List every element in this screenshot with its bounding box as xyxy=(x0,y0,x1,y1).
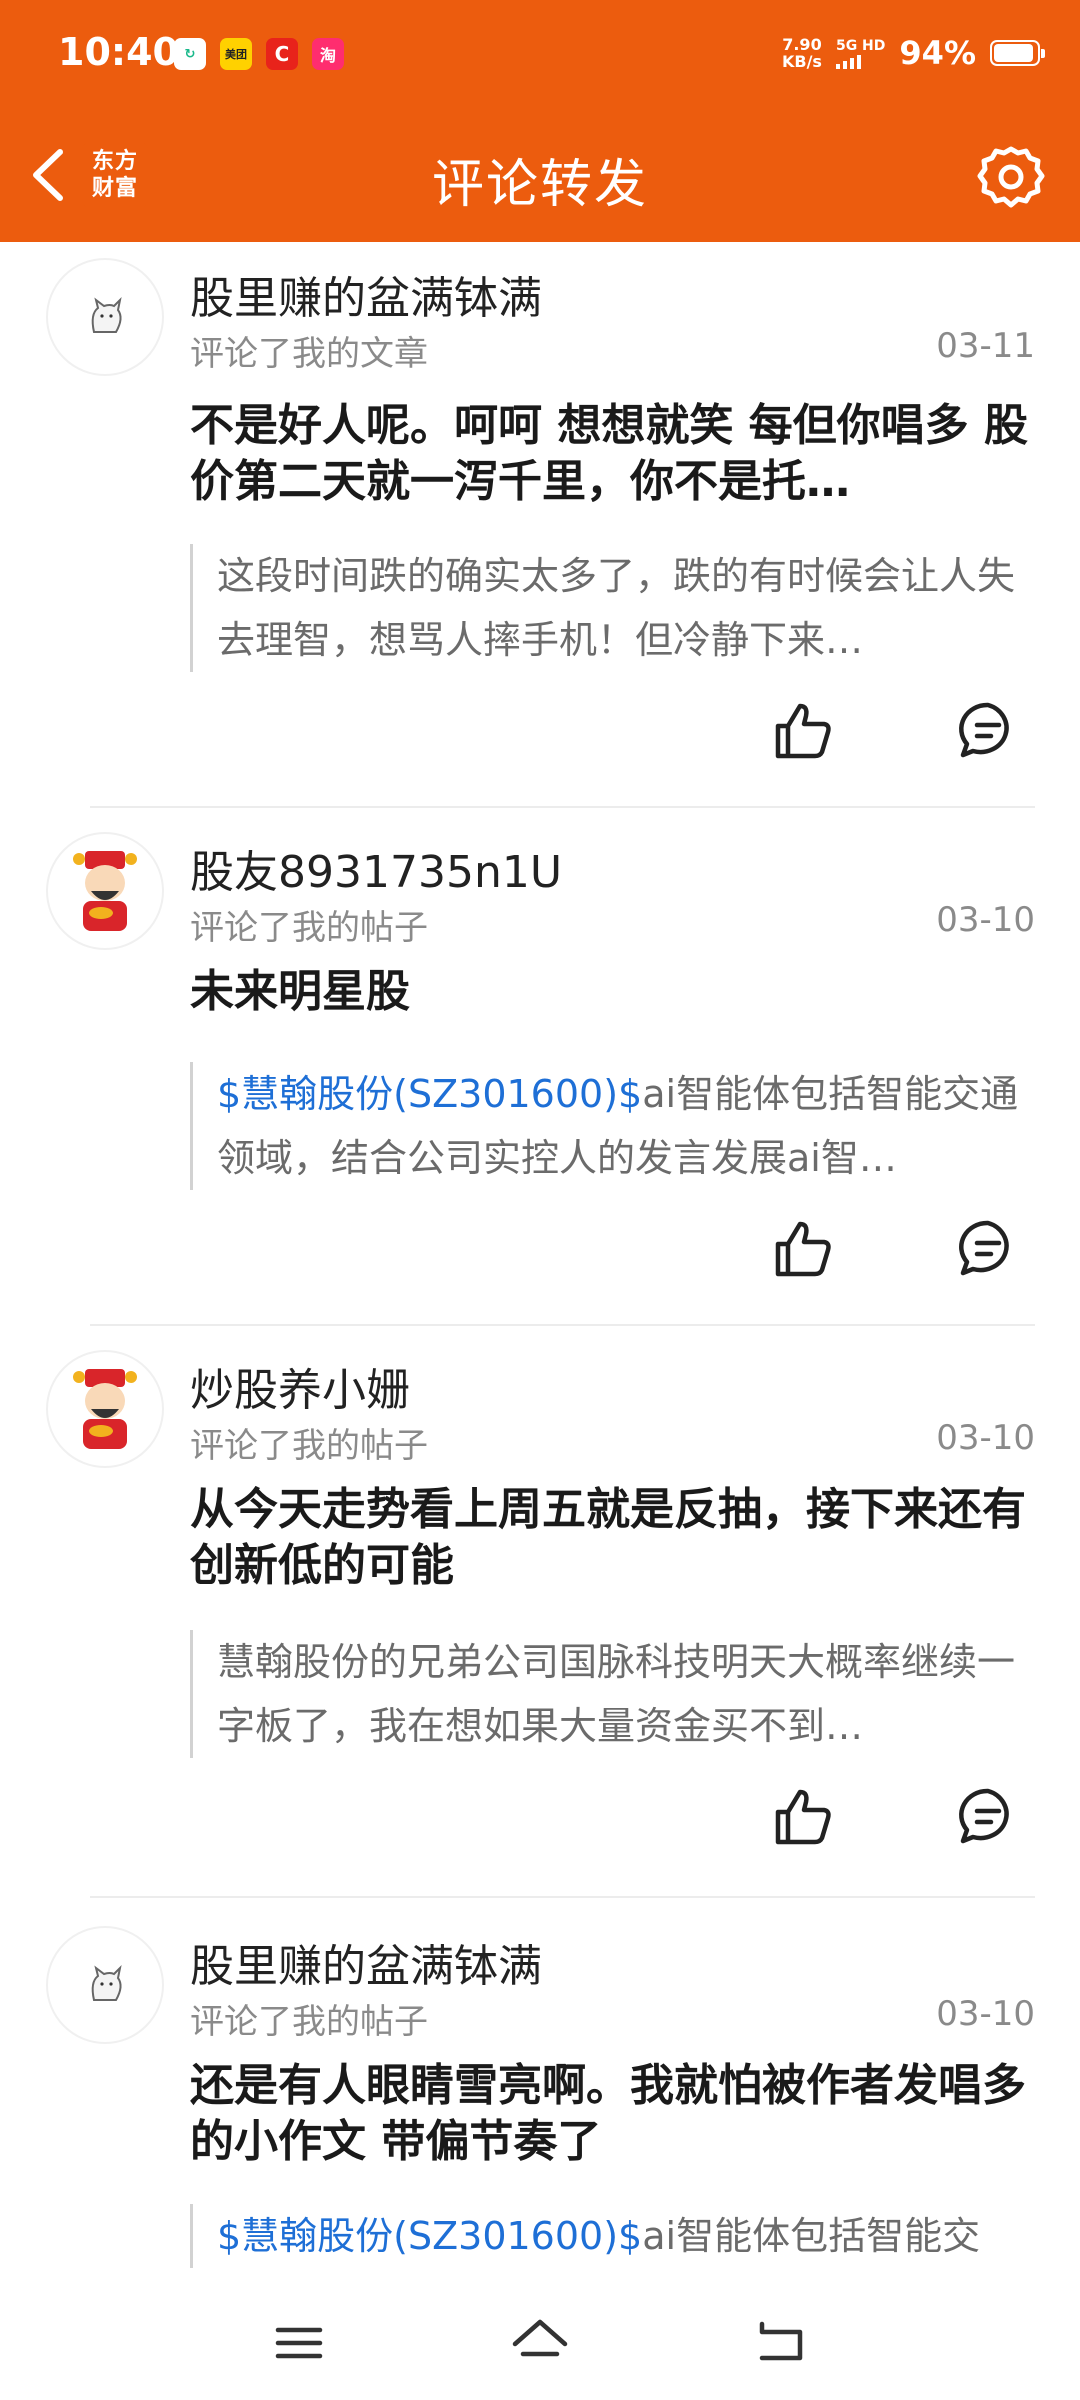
action-text: 评论了我的帖子 xyxy=(190,2002,428,2042)
signal-icon: 5G HD xyxy=(835,37,886,69)
stock-link[interactable]: $慧翰股份(SZ301600)$ xyxy=(217,2214,642,2258)
date: 03-10 xyxy=(936,1994,1035,2034)
thumbs-up-icon xyxy=(775,1789,831,1845)
action-text: 评论了我的帖子 xyxy=(190,1426,428,1466)
comment-icon xyxy=(959,1788,1009,1844)
caishen-avatar-icon xyxy=(73,851,137,931)
nav-bar: 东方 财富 评论转发 xyxy=(0,112,1080,242)
c-app-icon: C xyxy=(266,38,298,70)
divider xyxy=(90,1324,1035,1326)
quoted-post[interactable]: $慧翰股份(SZ301600)$ai智能体包括智能交 xyxy=(190,2204,1026,2268)
caishen-avatar-icon xyxy=(73,1369,137,1449)
status-app-icons: ↻ 美团 C 淘 xyxy=(174,38,344,70)
comment-text[interactable]: 不是好人呢。呵呵 想想就笑 每但你唱多 股价第二天就一泻千里，你不是托… xyxy=(190,398,1030,510)
comment-text[interactable]: 从今天走势看上周五就是反抽，接下来还有创新低的可能 xyxy=(190,1482,1030,1594)
reply-button[interactable] xyxy=(955,1216,1021,1282)
quoted-post[interactable]: 慧翰股份的兄弟公司国脉科技明天大概率继续一字板了，我在想如果大量资金买不到… xyxy=(190,1630,1026,1758)
status-bar: 10:40 ↻ 美团 C 淘 7.90 KB/s 5G HD 94% xyxy=(0,0,1080,112)
avatar[interactable] xyxy=(46,832,164,950)
thumbs-up-icon xyxy=(775,703,831,759)
divider xyxy=(90,1896,1035,1898)
comment-text[interactable]: 未来明星股 xyxy=(190,964,1030,1020)
like-button[interactable] xyxy=(770,1784,836,1850)
home-icon xyxy=(512,2319,568,2357)
action-text: 评论了我的文章 xyxy=(190,334,428,374)
quoted-text: 慧翰股份的兄弟公司国脉科技明天大概率继续一字板了，我在想如果大量资金买不到… xyxy=(217,1640,1016,1748)
network-speed-unit: KB/s xyxy=(781,52,822,71)
battery-level xyxy=(994,44,1033,62)
comment-icon xyxy=(959,702,1009,758)
status-time: 10:40 xyxy=(58,30,179,74)
username[interactable]: 股里赚的盆满钵满 xyxy=(190,262,542,326)
menu-icon xyxy=(275,2327,323,2359)
signal-label: 5G HD xyxy=(835,37,886,54)
cat-avatar-icon xyxy=(91,296,122,333)
system-nav-bar xyxy=(0,2290,1080,2400)
page-title: 评论转发 xyxy=(431,155,648,215)
avatar[interactable] xyxy=(46,1926,164,2044)
comment-text[interactable]: 还是有人眼睛雪亮啊。我就怕被作者发唱多的小作文 带偏节奏了 xyxy=(190,2058,1030,2170)
quoted-text: 这段时间跌的确实太多了，跌的有时候会让人失去理智，想骂人摔手机！但冷静下来… xyxy=(217,554,1016,662)
quoted-text: ai智能体包括智能交 xyxy=(642,2214,981,2258)
battery-icon xyxy=(990,40,1045,66)
like-button[interactable] xyxy=(770,1216,836,1282)
meituan-app-icon: 美团 xyxy=(220,38,252,70)
action-text: 评论了我的帖子 xyxy=(190,908,428,948)
taobao-app-icon: 淘 xyxy=(312,38,344,70)
avatar[interactable] xyxy=(46,1350,164,1468)
cat-avatar-icon xyxy=(91,1964,122,2001)
quoted-post[interactable]: $慧翰股份(SZ301600)$ai智能体包括智能交通领域，结合公司实控人的发言… xyxy=(190,1062,1026,1190)
stock-link[interactable]: $慧翰股份(SZ301600)$ xyxy=(217,1072,642,1116)
thumbs-up-icon xyxy=(775,1221,831,1277)
refresh-app-icon: ↻ xyxy=(174,38,206,70)
battery-percent: 94% xyxy=(899,34,976,72)
avatar[interactable] xyxy=(46,258,164,376)
reply-button[interactable] xyxy=(955,698,1021,764)
username[interactable]: 股里赚的盆满钵满 xyxy=(190,1930,542,1994)
network-speed: 7.90 KB/s xyxy=(782,36,822,70)
reply-button[interactable] xyxy=(955,1784,1021,1850)
settings-button[interactable] xyxy=(974,140,1048,214)
home-button[interactable] xyxy=(505,2312,575,2374)
username[interactable]: 炒股养小姗 xyxy=(190,1354,410,1418)
back-arrow-icon xyxy=(759,2321,803,2361)
back-nav-button[interactable] xyxy=(746,2312,816,2374)
date: 03-11 xyxy=(936,326,1035,366)
quoted-post[interactable]: 这段时间跌的确实太多了，跌的有时候会让人失去理智，想骂人摔手机！但冷静下来… xyxy=(190,544,1026,672)
comment-icon xyxy=(959,1220,1009,1276)
divider xyxy=(90,806,1035,808)
like-button[interactable] xyxy=(770,698,836,764)
username[interactable]: 股友8931735n1U xyxy=(190,836,562,900)
date: 03-10 xyxy=(936,1418,1035,1458)
date: 03-10 xyxy=(936,900,1035,940)
menu-button[interactable] xyxy=(264,2312,334,2374)
network-speed-value: 7.90 xyxy=(782,35,822,54)
status-indicators: 7.90 KB/s 5G HD 94% xyxy=(782,34,1045,72)
gear-icon xyxy=(977,146,1045,208)
